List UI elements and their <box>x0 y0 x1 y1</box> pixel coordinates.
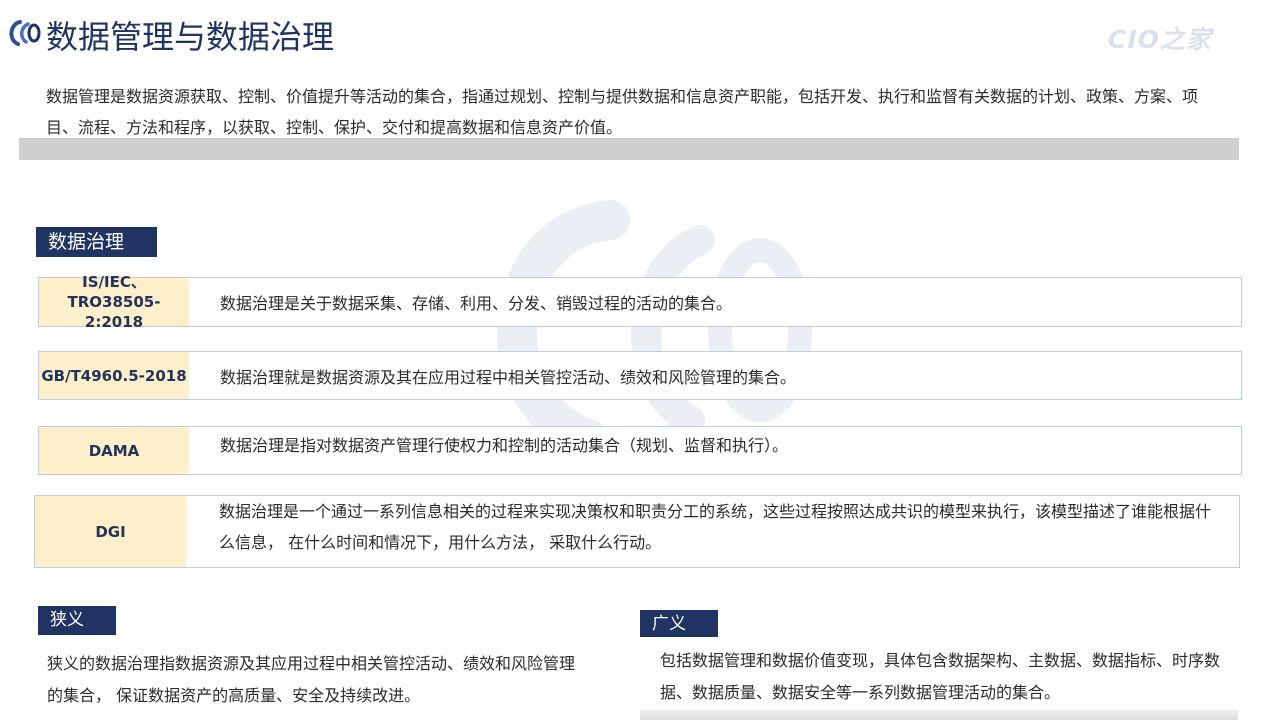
definition-source: DAMA <box>39 427 189 474</box>
brand-watermark: CIO之家 <box>1108 25 1212 54</box>
definition-row: DAMA 数据治理是指对数据资产管理行使权力和控制的活动集合（规划、监督和执行）… <box>38 426 1242 475</box>
brand-logo-icon <box>9 20 41 46</box>
page-title: 数据管理与数据治理 <box>46 18 335 56</box>
definition-row: IS/IEC、TRO38505-2:2018 数据治理是关于数据采集、存储、利用… <box>38 273 1242 331</box>
section-label-governance: 数据治理 <box>36 227 157 257</box>
definition-row: GB/T4960.5-2018 数据治理就是数据资源及其在应用过程中相关管控活动… <box>38 351 1242 400</box>
definition-source: DGI <box>35 496 186 567</box>
definition-row: DGI 数据治理是一个通过一系列信息相关的过程来实现决策权和职责分工的系统，这些… <box>34 495 1240 568</box>
definition-text: 数据治理就是数据资源及其在应用过程中相关管控活动、绩效和风险管理的集合。 <box>220 368 797 387</box>
definition-source: GB/T4960.5-2018 <box>39 352 189 399</box>
definition-text: 数据治理是一个通过一系列信息相关的过程来实现决策权和职责分工的系统，这些过程按照… <box>219 502 1212 552</box>
definition-text: 数据治理是关于数据采集、存储、利用、分发、销毁过程的活动的集合。 <box>220 294 733 313</box>
intro-paragraph: 数据管理是数据资源获取、控制、价值提升等活动的集合，指通过规划、控制与提供数据和… <box>46 87 1199 137</box>
section-label-narrow: 狭义 <box>38 606 116 635</box>
narrow-definition-text: 狭义的数据治理指数据资源及其应用过程中相关管控活动、绩效和风险管理的集合， 保证… <box>47 654 576 705</box>
background-logo-watermark <box>496 200 812 460</box>
footer-shadow <box>640 710 1238 720</box>
definition-source: IS/IEC、TRO38505-2:2018 <box>39 273 189 331</box>
broad-definition-text: 包括数据管理和数据价值变现，具体包含数据架构、主数据、数据指标、时序数据、数据质… <box>660 651 1221 702</box>
definition-text: 数据治理是指对数据资产管理行使权力和控制的活动集合（规划、监督和执行）。 <box>220 436 789 455</box>
section-label-broad: 广义 <box>640 610 718 637</box>
divider-band <box>19 138 1239 160</box>
